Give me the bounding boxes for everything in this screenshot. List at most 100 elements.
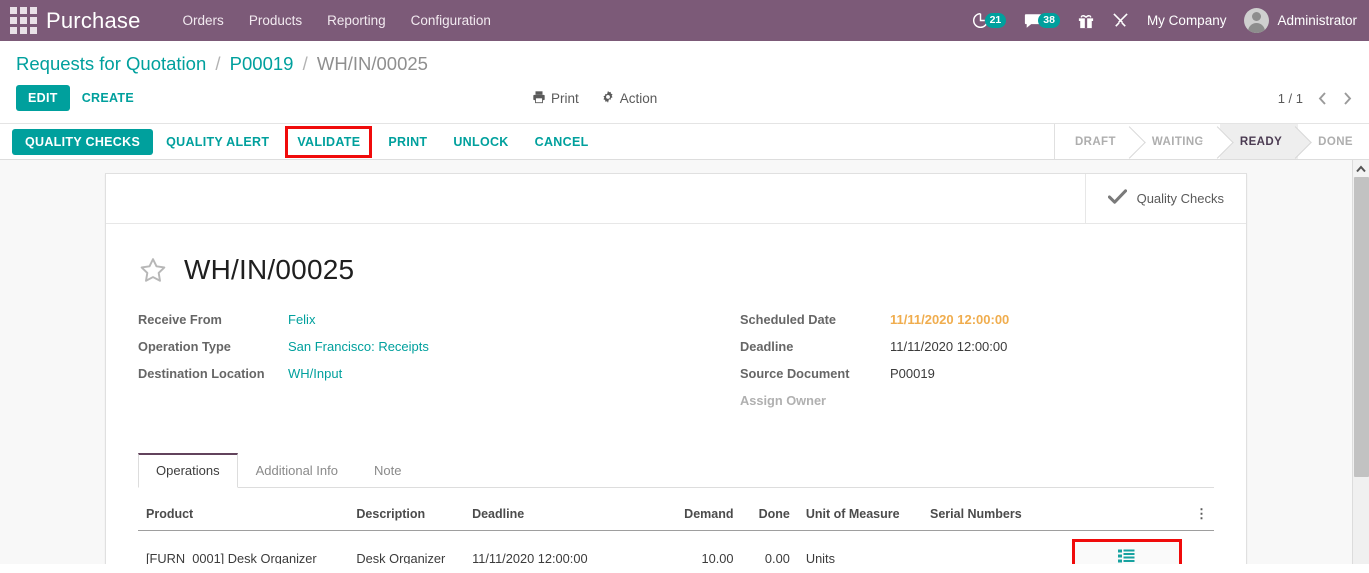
tab-operations[interactable]: Operations xyxy=(138,453,238,488)
field-value-destination-location[interactable]: WH/Input xyxy=(288,366,342,381)
cell-product[interactable]: [FURN_0001] Desk Organizer xyxy=(138,530,349,564)
app-brand-title: Purchase xyxy=(46,7,141,33)
messaging-menu[interactable]: 38 xyxy=(1024,13,1060,29)
field-value-source-document[interactable]: P00019 xyxy=(890,366,935,381)
field-value-operation-type[interactable]: San Francisco: Receipts xyxy=(288,339,429,354)
gift-icon[interactable] xyxy=(1078,13,1094,29)
field-operation-type: Operation Type San Francisco: Receipts xyxy=(138,339,676,354)
check-mark-icon xyxy=(1107,189,1127,208)
print-button[interactable]: PRINT xyxy=(375,129,440,155)
column-header-done[interactable]: Done xyxy=(741,502,798,531)
form-scroll-area: Quality Checks WH/IN/00025 Receive From … xyxy=(0,160,1369,564)
form-fields-right: Scheduled Date 11/11/2020 12:00:00 Deadl… xyxy=(676,312,1214,420)
company-switcher[interactable]: My Company xyxy=(1147,13,1227,28)
cell-spacer xyxy=(1186,530,1214,564)
pager-next-button[interactable] xyxy=(1342,91,1353,106)
control-panel-dropdowns: Print Action xyxy=(532,90,657,107)
page-title: WH/IN/00025 xyxy=(184,254,355,285)
field-value-receive-from[interactable]: Felix xyxy=(288,312,315,327)
quality-checks-button[interactable]: QUALITY CHECKS xyxy=(12,128,154,155)
table-row[interactable]: [FURN_0001] Desk Organizer Desk Organize… xyxy=(138,530,1214,564)
validate-button[interactable]: VALIDATE xyxy=(285,125,373,158)
column-header-demand[interactable]: Demand xyxy=(637,502,742,531)
messaging-count-badge: 38 xyxy=(1038,13,1060,28)
column-header-detail xyxy=(1066,502,1187,531)
menu-item-configuration[interactable]: Configuration xyxy=(411,13,491,28)
cell-demand[interactable]: 10.00 xyxy=(637,530,742,564)
notebook-tabs: Operations Additional Info Note xyxy=(138,452,1214,488)
menu-item-products[interactable]: Products xyxy=(249,13,302,28)
apps-grid-icon[interactable] xyxy=(0,0,46,41)
breadcrumb-row: Requests for Quotation / P00019 / WH/IN/… xyxy=(16,41,1353,79)
tab-note[interactable]: Note xyxy=(356,453,419,488)
optional-columns-dropdown[interactable]: ⋮ xyxy=(1186,502,1214,531)
breadcrumb-item-p00019[interactable]: P00019 xyxy=(230,53,294,74)
cell-description[interactable]: Desk Organizer xyxy=(348,530,465,564)
field-value-scheduled-date[interactable]: 11/11/2020 12:00:00 xyxy=(890,312,1009,327)
breadcrumb-item-requests-for-quotation[interactable]: Requests for Quotation xyxy=(16,53,206,74)
pager-previous-button[interactable] xyxy=(1317,91,1328,106)
statusbar: QUALITY CHECKS QUALITY ALERT VALIDATE PR… xyxy=(0,124,1369,160)
field-deadline: Deadline 11/11/2020 12:00:00 xyxy=(740,339,1214,354)
create-button[interactable]: CREATE xyxy=(70,85,146,111)
menu-item-reporting[interactable]: Reporting xyxy=(327,13,386,28)
record-title-row: WH/IN/00025 xyxy=(138,254,1214,286)
cancel-button[interactable]: CANCEL xyxy=(522,129,602,155)
action-dropdown[interactable]: Action xyxy=(601,90,658,107)
column-header-serial-numbers[interactable]: Serial Numbers xyxy=(922,502,1067,531)
print-dropdown[interactable]: Print xyxy=(532,90,579,107)
field-label: Source Document xyxy=(740,366,850,381)
scrollbar-up-button[interactable] xyxy=(1353,160,1369,177)
field-source-document: Source Document P00019 xyxy=(740,366,1214,381)
vertical-scrollbar[interactable] xyxy=(1352,160,1369,564)
field-label: Scheduled Date xyxy=(740,312,837,327)
detailed-operations-button[interactable] xyxy=(1071,539,1182,564)
navbar-right-tools: 21 38 My Company Administrator xyxy=(972,8,1357,33)
avatar xyxy=(1244,8,1270,33)
field-receive-from: Receive From Felix xyxy=(138,312,676,327)
user-menu[interactable]: Administrator xyxy=(1244,8,1357,33)
status-pipeline: DRAFT WAITING READY DONE xyxy=(1053,124,1369,159)
action-label: Action xyxy=(619,90,658,106)
cell-unit-of-measure[interactable]: Units xyxy=(797,530,922,564)
pager-value: 1 / 1 xyxy=(1277,90,1303,106)
cell-done[interactable]: 0.00 xyxy=(741,530,798,564)
unlock-button[interactable]: UNLOCK xyxy=(440,129,521,155)
field-label: Deadline xyxy=(740,339,794,354)
star-outline-icon[interactable] xyxy=(138,256,168,285)
printer-icon xyxy=(532,90,546,107)
wrench-icon[interactable] xyxy=(1112,12,1129,29)
column-header-product[interactable]: Product xyxy=(138,502,349,531)
field-label: Receive From xyxy=(138,312,222,327)
status-step-draft[interactable]: DRAFT xyxy=(1054,124,1132,159)
edit-button[interactable]: EDIT xyxy=(16,85,70,111)
table-header-row: Product Description Deadline Demand Done… xyxy=(138,502,1214,531)
activity-menu[interactable]: 21 xyxy=(972,12,1007,29)
cell-deadline[interactable]: 11/11/2020 12:00:00 xyxy=(464,530,638,564)
field-value-deadline[interactable]: 11/11/2020 12:00:00 xyxy=(890,339,1007,354)
column-header-unit-of-measure[interactable]: Unit of Measure xyxy=(797,502,922,531)
cell-serial-numbers[interactable] xyxy=(922,530,1067,564)
list-details-icon xyxy=(1118,549,1135,564)
column-header-deadline[interactable]: Deadline xyxy=(464,502,638,531)
form-fields-left: Receive From Felix Operation Type San Fr… xyxy=(138,312,676,420)
field-label: Assign Owner xyxy=(740,393,827,408)
breadcrumb: Requests for Quotation / P00019 / WH/IN/… xyxy=(16,53,1353,75)
pager: 1 / 1 xyxy=(1278,91,1353,106)
menu-item-orders[interactable]: Orders xyxy=(183,13,224,28)
table-body: [FURN_0001] Desk Organizer Desk Organize… xyxy=(138,530,1214,564)
scrollbar-thumb[interactable] xyxy=(1354,177,1369,477)
stat-button-quality-checks[interactable]: Quality Checks xyxy=(1084,174,1246,223)
stat-button-label: Quality Checks xyxy=(1136,191,1224,206)
cell-detail-operations xyxy=(1066,530,1187,564)
print-label: Print xyxy=(550,90,579,106)
top-navbar: Purchase Orders Products Reporting Confi… xyxy=(0,0,1369,41)
quality-alert-button[interactable]: QUALITY ALERT xyxy=(153,129,282,155)
tab-additional-info[interactable]: Additional Info xyxy=(238,453,356,488)
column-header-description[interactable]: Description xyxy=(348,502,465,531)
breadcrumb-item-current: WH/IN/00025 xyxy=(316,53,428,74)
notebook: Operations Additional Info Note Product … xyxy=(138,452,1214,564)
vertical-dots-icon: ⋮ xyxy=(1194,506,1208,521)
control-panel-buttons: EDIT CREATE Print Action 1 / 1 xyxy=(16,79,1353,123)
breadcrumb-separator: / xyxy=(215,53,221,74)
